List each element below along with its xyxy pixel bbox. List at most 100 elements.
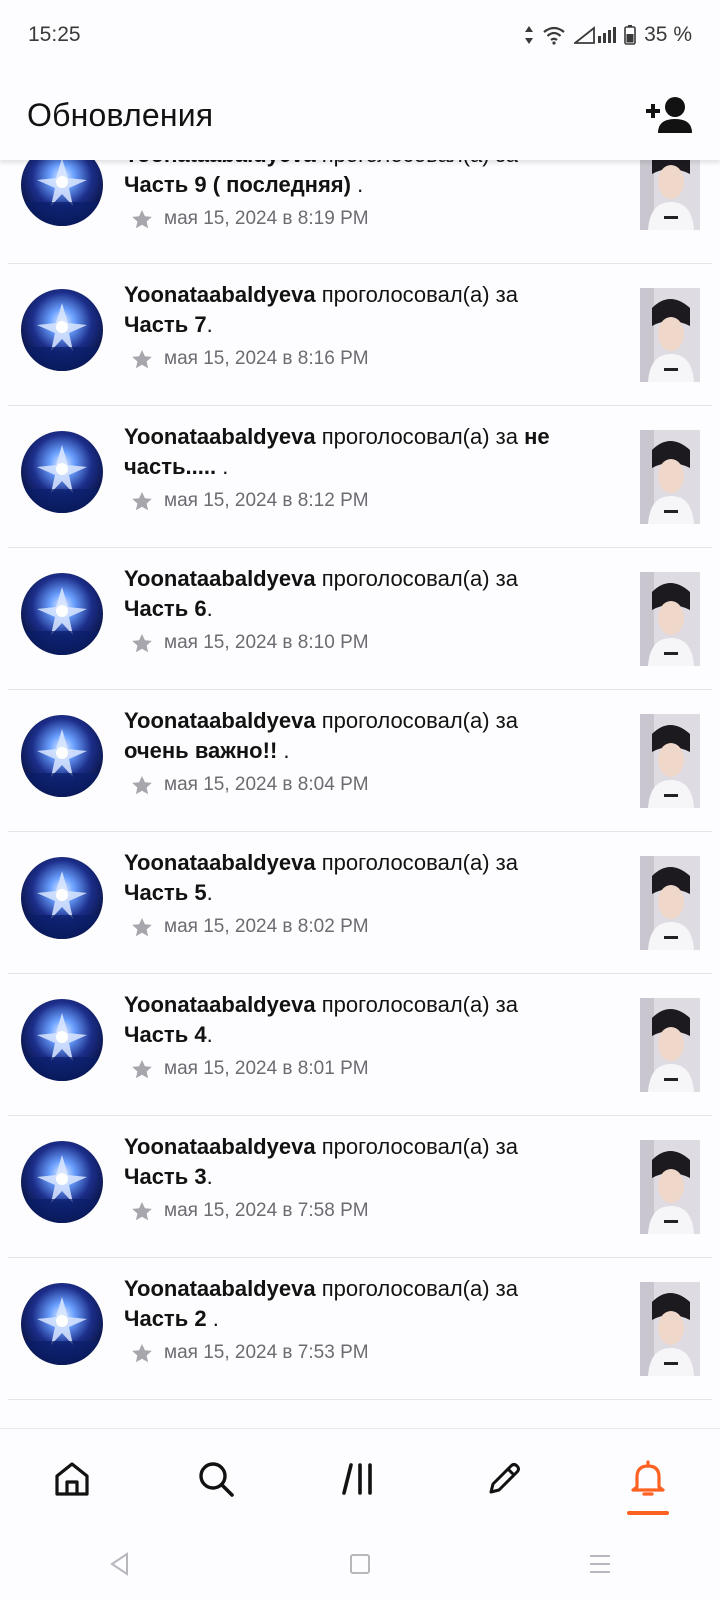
feed-item-meta: мая 15, 2024 в 8:01 PM (132, 1058, 369, 1080)
story-cover-thumbnail[interactable] (640, 856, 700, 950)
suffix-text: . (206, 880, 213, 905)
action-text: проголосовал(а) за (321, 566, 519, 591)
story-link[interactable]: Часть 7 (124, 312, 207, 337)
data-arrows-icon (525, 26, 534, 44)
system-recents-button[interactable] (570, 1534, 630, 1594)
feed-item-text: Yoonataabaldyeva проголосовал(а) за очен… (124, 706, 604, 766)
avatar[interactable] (21, 857, 103, 939)
feed-item[interactable]: Yoonataabaldyeva проголосовал(а) за Част… (8, 1116, 712, 1258)
story-link[interactable]: Часть 2 (124, 1306, 207, 1331)
battery-icon (624, 25, 636, 45)
system-home-button[interactable] (330, 1534, 390, 1594)
suffix-text: . (222, 454, 229, 479)
story-cover-thumbnail[interactable] (640, 998, 700, 1092)
story-cover-thumbnail[interactable] (640, 430, 700, 524)
story-link[interactable]: Часть 3 (124, 1164, 207, 1189)
activity-feed[interactable]: Yoonataabaldyeva проголосовал(а) за Част… (0, 132, 720, 1428)
feed-item[interactable]: Yoonataabaldyeva проголосовал(а) за не ч… (8, 406, 712, 548)
search-icon (199, 1461, 234, 1497)
suffix-text: . (206, 596, 213, 621)
system-back-button[interactable] (90, 1534, 150, 1594)
battery-percent: 35 % (644, 23, 692, 46)
username-link[interactable]: Yoonataabaldyeva (124, 1134, 316, 1159)
story-link[interactable]: очень важно!! (124, 738, 277, 763)
suffix-text: . (212, 1306, 219, 1331)
story-cover-thumbnail[interactable] (640, 572, 700, 666)
avatar[interactable] (21, 289, 103, 371)
feed-item-text: Yoonataabaldyeva проголосовал(а) за Част… (124, 990, 604, 1050)
library-icon (342, 1462, 372, 1495)
wifi-icon (543, 26, 565, 45)
star-icon (132, 349, 152, 368)
feed-item[interactable]: Yoonataabaldyeva проголосовал(а) за Част… (8, 548, 712, 690)
username-link[interactable]: Yoonataabaldyeva (124, 1276, 316, 1301)
feed-item[interactable]: Yoonataabaldyeva проголосовал(а) за Част… (8, 974, 712, 1116)
story-link[interactable]: Часть 6 (124, 596, 207, 621)
nav-notifications[interactable] (603, 1439, 693, 1519)
feed-item-text: Yoonataabaldyeva проголосовал(а) за не ч… (124, 422, 604, 482)
feed-item-meta: мая 15, 2024 в 7:53 PM (132, 1342, 369, 1364)
add-friend-button[interactable] (642, 89, 694, 141)
star-icon (132, 491, 152, 510)
suffix-text: . (357, 172, 364, 197)
feed-item-text: Yoonataabaldyeva проголосовал(а) за Част… (124, 848, 604, 908)
avatar[interactable] (21, 1141, 103, 1223)
username-link[interactable]: Yoonataabaldyeva (124, 282, 316, 307)
timestamp: мая 15, 2024 в 8:12 PM (164, 490, 369, 511)
active-tab-indicator (627, 1510, 669, 1515)
story-link-continued[interactable]: часть..... (124, 454, 216, 479)
star-icon (132, 1059, 152, 1078)
feed-item-meta: мая 15, 2024 в 8:19 PM (132, 208, 369, 230)
feed-item[interactable]: Yoonataabaldyeva проголосовал(а) за Част… (8, 1258, 712, 1400)
story-cover-thumbnail[interactable] (640, 714, 700, 808)
story-link[interactable]: Часть 4 (124, 1022, 207, 1047)
pencil-icon (489, 1462, 520, 1493)
avatar[interactable] (21, 573, 103, 655)
star-icon (132, 633, 152, 652)
feed-item-meta: мая 15, 2024 в 8:02 PM (132, 916, 369, 938)
home-icon (55, 1461, 89, 1496)
timestamp: мая 15, 2024 в 8:01 PM (164, 1058, 369, 1079)
username-link[interactable]: Yoonataabaldyeva (124, 708, 316, 733)
feed-item-text: Yoonataabaldyeva проголосовал(а) за Част… (124, 1274, 604, 1334)
avatar[interactable] (21, 715, 103, 797)
suffix-text: . (206, 1022, 213, 1047)
status-icons: 35 % (524, 23, 692, 47)
feed-item[interactable]: Yoonataabaldyeva проголосовал(а) за Част… (8, 264, 712, 406)
add-user-icon (646, 97, 692, 133)
action-text: проголосовал(а) за (321, 424, 519, 449)
nav-home[interactable] (27, 1439, 117, 1519)
nav-search[interactable] (171, 1439, 261, 1519)
timestamp: мая 15, 2024 в 8:10 PM (164, 632, 369, 653)
back-triangle-icon (110, 1552, 128, 1576)
story-cover-thumbnail[interactable] (640, 1140, 700, 1234)
username-link[interactable]: Yoonataabaldyeva (124, 850, 316, 875)
action-text: проголосовал(а) за (321, 282, 519, 307)
story-link[interactable]: Часть 5 (124, 880, 207, 905)
feed-item-meta: мая 15, 2024 в 8:10 PM (132, 632, 369, 654)
feed-item-text: Yoonataabaldyeva проголосовал(а) за Част… (124, 1132, 604, 1192)
avatar[interactable] (21, 999, 103, 1081)
feed-item[interactable]: Yoonataabaldyeva проголосовал(а) за очен… (8, 690, 712, 832)
story-cover-thumbnail[interactable] (640, 288, 700, 382)
story-link[interactable]: не (524, 424, 550, 449)
avatar[interactable] (21, 431, 103, 513)
action-text: проголосовал(а) за (321, 1276, 519, 1301)
nav-library[interactable] (315, 1439, 405, 1519)
nav-write[interactable] (459, 1439, 549, 1519)
feed-item[interactable]: Yoonataabaldyeva проголосовал(а) за Част… (8, 832, 712, 974)
action-text: проголосовал(а) за (321, 850, 519, 875)
system-nav-bar (0, 1528, 720, 1600)
status-time: 15:25 (28, 23, 81, 46)
page-title: Обновления (27, 96, 214, 133)
story-link[interactable]: Часть 9 ( последняя) (124, 172, 351, 197)
username-link[interactable]: Yoonataabaldyeva (124, 992, 316, 1017)
star-icon (132, 917, 152, 936)
feed-item-meta: мая 15, 2024 в 8:04 PM (132, 774, 369, 796)
home-square-icon (350, 1554, 370, 1574)
avatar[interactable] (21, 1283, 103, 1365)
feed-item-meta: мая 15, 2024 в 7:58 PM (132, 1200, 369, 1222)
username-link[interactable]: Yoonataabaldyeva (124, 566, 316, 591)
username-link[interactable]: Yoonataabaldyeva (124, 424, 316, 449)
story-cover-thumbnail[interactable] (640, 1282, 700, 1376)
